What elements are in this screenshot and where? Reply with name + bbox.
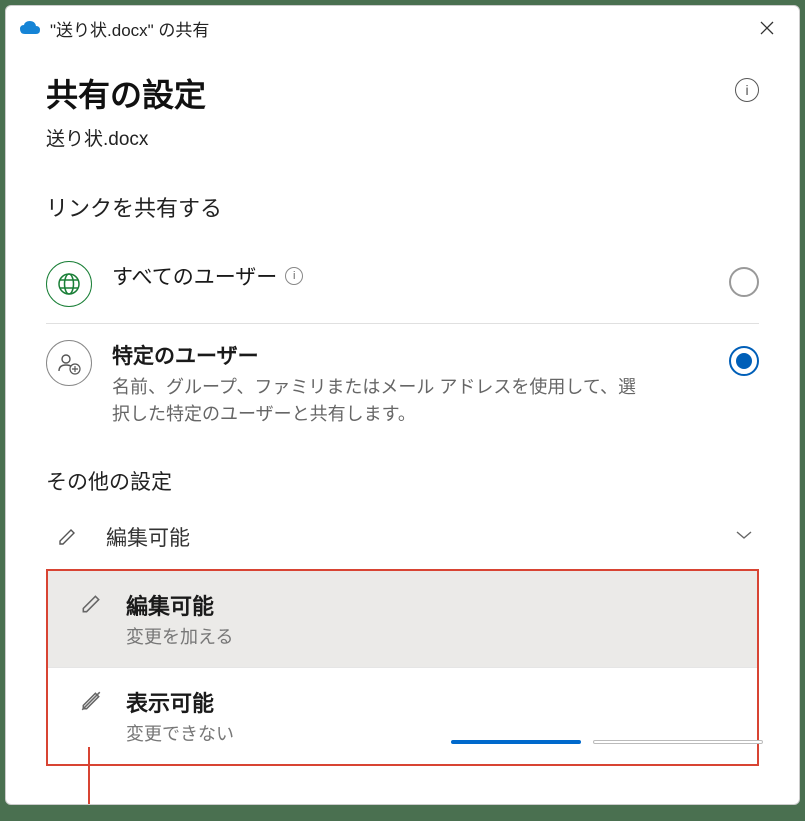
info-button[interactable]: i: [735, 78, 759, 102]
globe-icon: [46, 261, 92, 307]
radio-specific[interactable]: [729, 346, 759, 376]
permission-dropdown-menu: 編集可能 変更を加える 表示可能 変更できない: [46, 569, 759, 766]
annotation-callout-line: [88, 747, 90, 805]
close-button[interactable]: [747, 8, 787, 48]
option-specific-desc: 名前、グループ、ファミリまたはメール アドレスを使用して、選択した特定のユーザー…: [112, 374, 652, 428]
titlebar-title: "送り状.docx" の共有: [50, 16, 747, 41]
radio-everyone[interactable]: [729, 267, 759, 297]
permission-dropdown-value: 編集可能: [106, 522, 735, 552]
page-title: 共有の設定: [46, 70, 206, 116]
filename-label: 送り状.docx: [46, 124, 206, 151]
option-everyone-title: すべてのユーザー i: [112, 261, 729, 291]
share-dialog: "送り状.docx" の共有 共有の設定 送り状.docx i リンクを共有する…: [5, 5, 800, 805]
dialog-footer-buttons: [451, 740, 763, 744]
onedrive-icon: [18, 16, 42, 40]
chevron-down-icon: [735, 528, 753, 546]
titlebar: "送り状.docx" の共有: [6, 6, 799, 50]
option-specific-title: 特定のユーザー: [112, 340, 729, 370]
info-icon[interactable]: i: [285, 267, 303, 285]
apply-button[interactable]: [451, 740, 581, 744]
pencil-icon: [76, 593, 106, 615]
permission-dropdown[interactable]: 編集可能: [46, 508, 759, 567]
pencil-icon: [54, 527, 80, 547]
menu-item-title: 表示可能: [126, 686, 737, 718]
menu-item-editable[interactable]: 編集可能 変更を加える: [48, 571, 757, 668]
cancel-button[interactable]: [593, 740, 763, 744]
option-specific[interactable]: 特定のユーザー 名前、グループ、ファミリまたはメール アドレスを使用して、選択し…: [46, 324, 759, 444]
other-settings-label: その他の設定: [46, 466, 759, 496]
menu-item-viewable[interactable]: 表示可能 変更できない: [48, 668, 757, 764]
pencil-slash-icon: [76, 690, 106, 712]
dialog-content: 共有の設定 送り状.docx i リンクを共有する すべてのユーザー i: [6, 50, 799, 766]
menu-item-title: 編集可能: [126, 589, 737, 621]
option-everyone[interactable]: すべてのユーザー i: [46, 245, 759, 324]
menu-item-desc: 変更を加える: [126, 623, 737, 649]
link-share-section-label: リンクを共有する: [46, 191, 759, 223]
people-add-icon: [46, 340, 92, 386]
